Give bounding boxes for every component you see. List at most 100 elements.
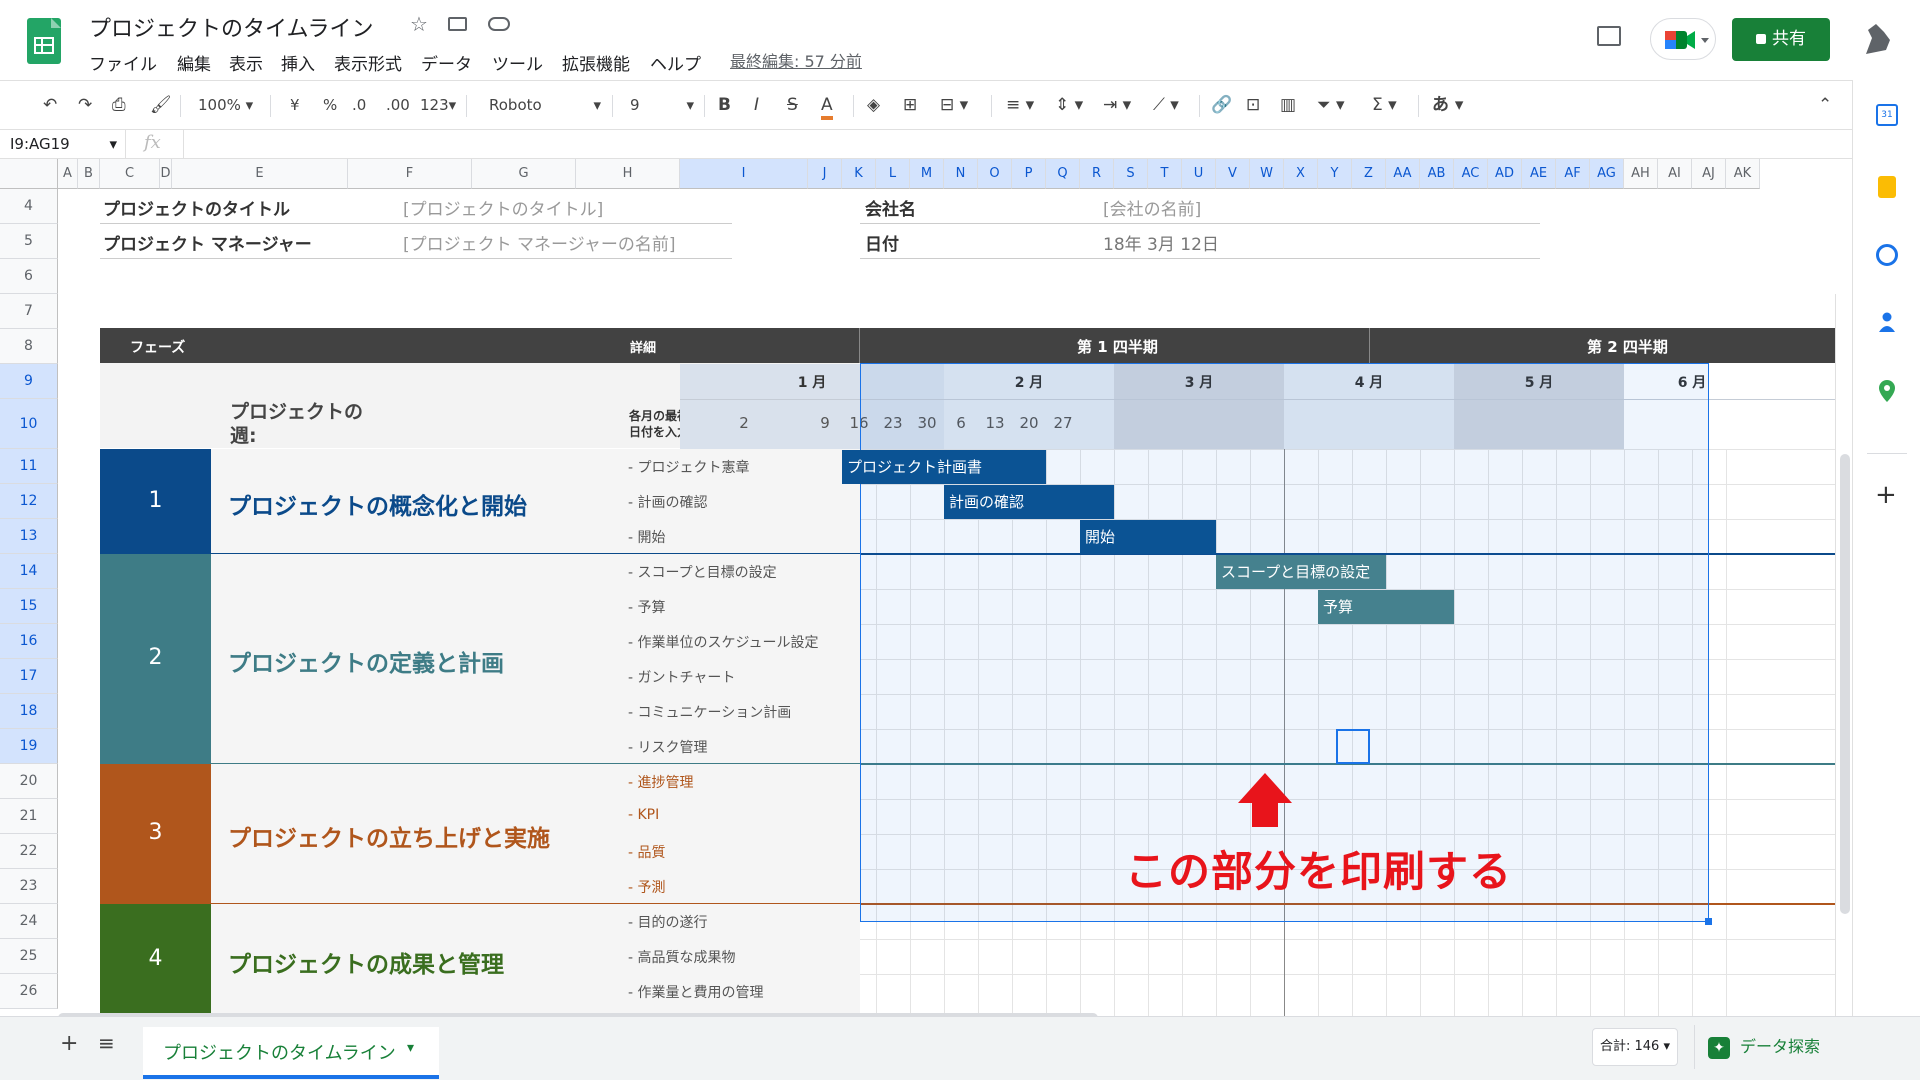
move-folder-icon[interactable]: [448, 17, 467, 31]
insert-comment-icon[interactable]: ⊡: [1246, 94, 1260, 116]
add-sheet-icon[interactable]: +: [60, 1031, 78, 1056]
font-size-select[interactable]: 9 ▾: [630, 94, 694, 116]
fill-color-icon[interactable]: ◈: [867, 94, 880, 116]
filter-icon[interactable]: ⏷ ▾: [1317, 94, 1345, 116]
add-addon-icon[interactable]: +: [1875, 480, 1897, 510]
insert-link-icon[interactable]: 🔗: [1211, 94, 1232, 116]
font-select[interactable]: Roboto ▾: [489, 94, 601, 116]
task-item[interactable]: - プロジェクト憲章: [628, 457, 750, 477]
task-item[interactable]: - コミュニケーション計画: [628, 702, 791, 722]
menu-extensions[interactable]: 拡張機能: [562, 50, 630, 75]
text-wrapping-icon[interactable]: ⇥ ▾: [1103, 94, 1131, 116]
menu-edit[interactable]: 編集: [177, 50, 211, 75]
week-date[interactable]: 2: [680, 414, 808, 432]
q2-header: 第 2 四半期: [1587, 338, 1668, 356]
menu-data[interactable]: データ: [421, 50, 472, 75]
italic-button[interactable]: I: [754, 94, 759, 116]
phase-number: 2: [148, 645, 163, 670]
sheet-tab-menu-icon[interactable]: ▾: [407, 1040, 414, 1056]
detail-header: 詳細: [630, 341, 657, 356]
meet-button[interactable]: [1650, 18, 1716, 60]
menu-file[interactable]: ファイル: [89, 50, 157, 75]
more-formats-button[interactable]: 123▾: [420, 94, 456, 116]
task-item[interactable]: - 予測: [628, 877, 666, 897]
text-rotation-icon[interactable]: ⟋ ▾: [1153, 94, 1179, 116]
share-button[interactable]: 共有: [1732, 18, 1830, 61]
task-item[interactable]: - 作業単位のスケジュール設定: [628, 632, 819, 652]
collapse-toolbar-icon[interactable]: ⌃: [1818, 94, 1832, 116]
sheets-logo[interactable]: [27, 18, 61, 64]
menu-insert[interactable]: 挿入: [281, 50, 315, 75]
horizontal-align-icon[interactable]: ≡ ▾: [1006, 94, 1034, 116]
paint-format-icon[interactable]: 🖌: [150, 94, 172, 116]
task-item[interactable]: - 作業量と費用の管理: [628, 982, 764, 1002]
task-item[interactable]: - 品質: [628, 842, 666, 862]
active-cell[interactable]: [1336, 729, 1370, 764]
print-icon[interactable]: ⎙: [112, 94, 126, 116]
gantt-bar[interactable]: 予算: [1318, 590, 1454, 624]
explore-button[interactable]: ✦ データ探索: [1708, 1029, 1820, 1065]
keep-icon[interactable]: [1878, 176, 1896, 198]
text-color-button[interactable]: A: [821, 94, 833, 120]
account-avatar[interactable]: [1860, 20, 1894, 58]
task-item[interactable]: - 目的の遂行: [628, 912, 708, 932]
gantt-bar[interactable]: 計画の確認: [944, 485, 1114, 519]
menu-format[interactable]: 表示形式: [334, 50, 402, 75]
gantt-bar[interactable]: プロジェクト計画書: [842, 450, 1046, 484]
vertical-scrollbar[interactable]: [1835, 294, 1852, 1016]
document-title[interactable]: プロジェクトのタイムライン: [89, 11, 373, 43]
company-value[interactable]: [会社の名前]: [1103, 195, 1201, 220]
task-item[interactable]: - スコープと目標の設定: [628, 562, 777, 582]
last-edit-link[interactable]: 最終編集: 57 分前: [730, 48, 862, 72]
task-item[interactable]: - ガントチャート: [628, 667, 735, 687]
comments-icon[interactable]: [1597, 26, 1621, 46]
all-sheets-icon[interactable]: ≡: [98, 1031, 115, 1055]
star-icon[interactable]: ☆: [410, 12, 428, 36]
menu-view[interactable]: 表示: [229, 50, 263, 75]
task-item[interactable]: - 進捗管理: [628, 772, 694, 792]
merge-cells-icon[interactable]: ⊟ ▾: [940, 94, 968, 116]
gantt-bar[interactable]: スコープと目標の設定: [1216, 555, 1386, 589]
week-date[interactable]: 9: [808, 414, 842, 432]
functions-icon[interactable]: Σ ▾: [1372, 94, 1397, 116]
redo-icon[interactable]: ↷: [78, 94, 92, 116]
name-box[interactable]: I9:AG19 ▾: [0, 130, 126, 158]
sheet-tab-active[interactable]: プロジェクトのタイムライン ▾: [143, 1027, 439, 1079]
input-tools-button[interactable]: あ ▾: [1432, 94, 1463, 116]
calendar-icon[interactable]: 31: [1876, 104, 1898, 126]
task-item[interactable]: - リスク管理: [628, 737, 708, 757]
project-title-value[interactable]: [プロジェクトのタイトル]: [403, 195, 603, 220]
decrease-decimal-button[interactable]: .0: [352, 94, 366, 116]
print-area-annotation: この部分を印刷する: [1125, 847, 1513, 896]
task-item[interactable]: - 開始: [628, 527, 666, 547]
menu-help[interactable]: ヘルプ: [650, 50, 701, 75]
cloud-status-icon[interactable]: [488, 17, 510, 31]
spreadsheet-grid[interactable]: A B C D E F G H I J K L M N O P Q R S T U V W X Y Z AA AB AC AD AE AF AG…: [0, 159, 1852, 1016]
increase-decimal-button[interactable]: .00: [386, 94, 410, 116]
task-item[interactable]: - 高品質な成果物: [628, 947, 736, 967]
tasks-icon[interactable]: [1876, 244, 1898, 266]
vertical-scroll-thumb[interactable]: [1840, 454, 1850, 914]
maps-icon[interactable]: [1879, 380, 1895, 402]
currency-format-button[interactable]: ¥: [290, 94, 300, 116]
contacts-icon[interactable]: [1879, 312, 1895, 332]
task-item[interactable]: - KPI: [628, 807, 659, 823]
vertical-align-icon[interactable]: ⇕ ▾: [1055, 94, 1083, 116]
percent-format-button[interactable]: %: [323, 94, 337, 116]
fill-handle[interactable]: [1705, 918, 1712, 925]
date-label: 日付: [865, 235, 899, 255]
menu-tools[interactable]: ツール: [492, 50, 543, 75]
insert-chart-icon[interactable]: ▥: [1280, 94, 1296, 116]
gantt-bar[interactable]: 開始: [1080, 520, 1216, 554]
bold-button[interactable]: B: [718, 94, 731, 116]
pm-value[interactable]: [プロジェクト マネージャーの名前]: [403, 230, 675, 255]
zoom-select[interactable]: 100% ▾: [198, 94, 253, 116]
date-value[interactable]: 18年 3月 12日: [1103, 230, 1219, 255]
task-item[interactable]: - 予算: [628, 597, 666, 617]
formula-input[interactable]: [183, 130, 1843, 158]
task-item[interactable]: - 計画の確認: [628, 492, 708, 512]
sum-indicator[interactable]: 合計: 146 ▾: [1592, 1028, 1678, 1066]
undo-icon[interactable]: ↶: [43, 94, 57, 116]
borders-icon[interactable]: ⊞: [903, 94, 917, 116]
strikethrough-button[interactable]: S: [787, 94, 798, 116]
